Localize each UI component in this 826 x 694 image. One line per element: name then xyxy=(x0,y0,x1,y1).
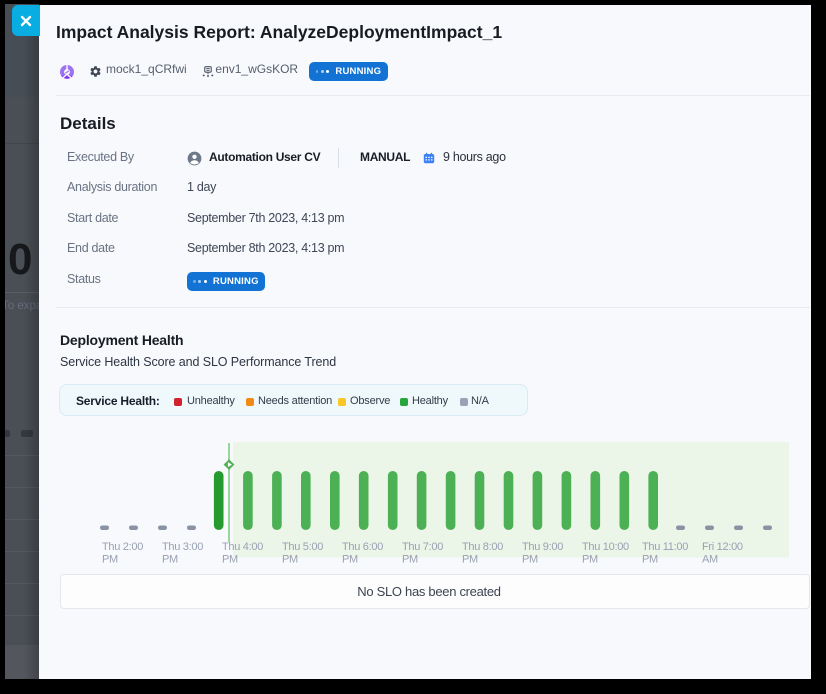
svg-text:Thu 3:00: Thu 3:00 xyxy=(162,541,203,553)
svg-text:Thu 4:00: Thu 4:00 xyxy=(222,541,263,553)
svg-text:PM: PM xyxy=(222,554,238,566)
svg-text:Thu 10:00: Thu 10:00 xyxy=(582,541,629,553)
svg-text:Thu 8:00: Thu 8:00 xyxy=(462,541,503,553)
svg-text:PM: PM xyxy=(162,554,178,566)
svg-text:Thu 2:00: Thu 2:00 xyxy=(102,541,143,553)
svg-text:PM: PM xyxy=(102,554,118,566)
svg-text:PM: PM xyxy=(462,554,478,566)
svg-text:Thu 11:00: Thu 11:00 xyxy=(642,541,688,553)
svg-text:PM: PM xyxy=(342,554,358,566)
svg-text:Thu 5:00: Thu 5:00 xyxy=(282,541,323,553)
svg-text:Thu 9:00: Thu 9:00 xyxy=(522,541,563,553)
svg-text:PM: PM xyxy=(282,554,298,566)
svg-text:Thu 7:00: Thu 7:00 xyxy=(402,541,443,553)
svg-text:PM: PM xyxy=(582,554,598,566)
svg-text:PM: PM xyxy=(522,554,538,566)
svg-text:PM: PM xyxy=(402,554,418,566)
svg-text:Fri 12:00: Fri 12:00 xyxy=(702,541,743,553)
svg-text:AM: AM xyxy=(702,554,718,566)
svg-text:PM: PM xyxy=(642,554,658,566)
svg-text:Thu 6:00: Thu 6:00 xyxy=(342,541,383,553)
